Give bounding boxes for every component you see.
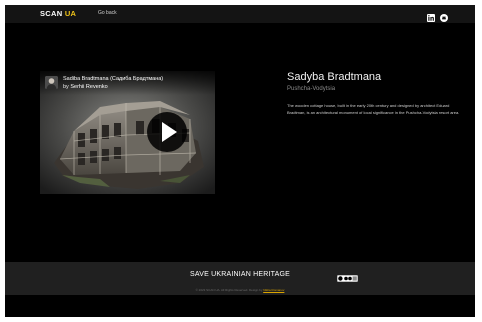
model-viewer[interactable]: Sadiba Bradtmana (Садиба Брадтмана) by S… bbox=[40, 71, 215, 194]
cc-by-sa-icon[interactable] bbox=[337, 269, 358, 282]
site-logo[interactable]: SCAN UA bbox=[40, 9, 76, 18]
logo-text: SCAN bbox=[40, 9, 63, 18]
play-icon bbox=[162, 122, 177, 142]
designer-link[interactable]: Nikita Romanov bbox=[263, 288, 284, 292]
author-avatar[interactable] bbox=[45, 76, 58, 89]
model-title[interactable]: Sadiba Bradtmana (Садиба Брадтмана) bbox=[63, 76, 163, 82]
model-description: The wooden cottage house, built in the e… bbox=[287, 103, 460, 115]
page: SCAN UA Go back Sadiba Bradtmana (Садиба… bbox=[5, 5, 475, 317]
footer: SAVE UKRAINIAN HERITAGE © 2023 SCAN UA. … bbox=[5, 262, 475, 295]
copyright-text: © 2023 SCAN UA. All Rights Reserved. Des… bbox=[5, 288, 475, 292]
author-link[interactable]: Serhii Revenko bbox=[70, 84, 107, 90]
play-button[interactable] bbox=[147, 112, 187, 152]
go-back-link[interactable]: Go back bbox=[98, 10, 117, 16]
model-info: Sadyba Bradtmana Pushcha-Vodytsia The wo… bbox=[287, 71, 467, 116]
model-location: Pushcha-Vodytsia bbox=[287, 86, 336, 92]
copyright-notice: © 2023 SCAN UA. All Rights Reserved. Des… bbox=[195, 288, 263, 292]
model-heading: Sadyba Bradtmana bbox=[287, 71, 382, 83]
logo-accent: UA bbox=[64, 9, 77, 18]
model-author: by Serhii Revenko bbox=[63, 84, 108, 90]
viewer-header bbox=[40, 71, 215, 95]
author-prefix: by bbox=[63, 84, 69, 90]
github-icon[interactable] bbox=[440, 9, 448, 22]
footer-heading: SAVE UKRAINIAN HERITAGE bbox=[189, 271, 291, 278]
linkedin-icon[interactable] bbox=[427, 9, 435, 22]
top-navigation: SCAN UA Go back bbox=[5, 5, 475, 23]
